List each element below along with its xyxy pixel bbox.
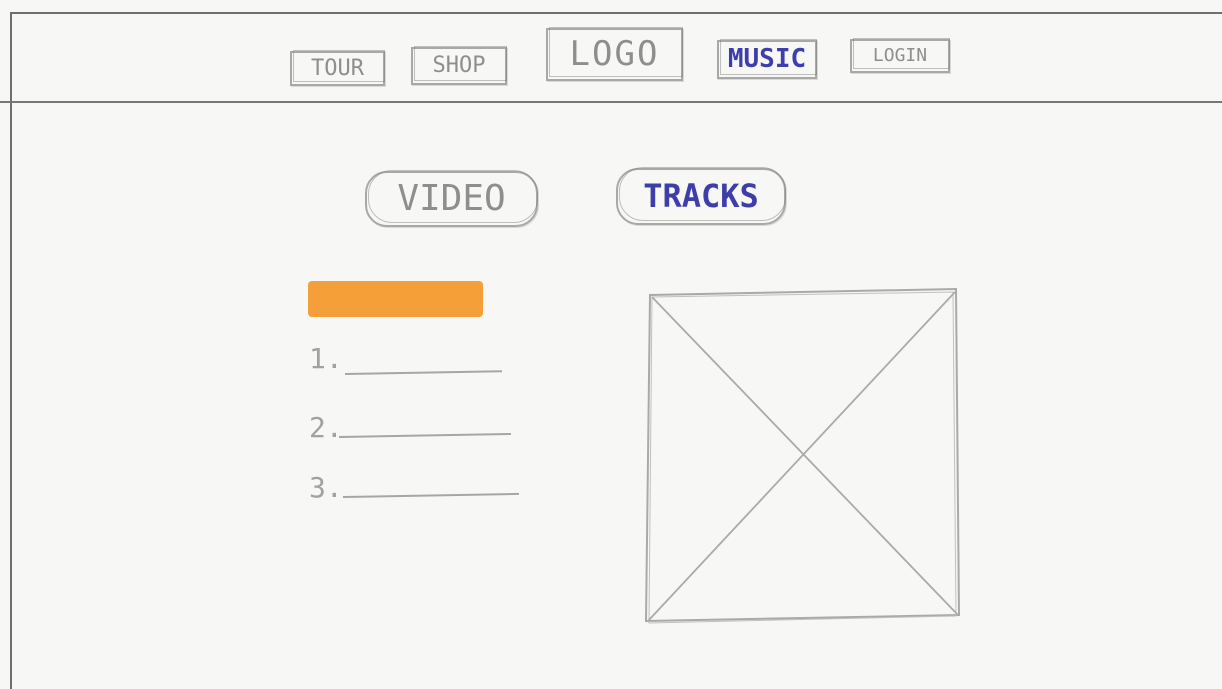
- tab-video[interactable]: VIDEO: [365, 170, 538, 227]
- nav-login-label: LOGIN: [872, 45, 928, 66]
- nav-music-label: MUSIC: [727, 44, 807, 74]
- nav-login[interactable]: LOGIN: [850, 38, 950, 73]
- nav-tour[interactable]: TOUR: [290, 50, 385, 86]
- logo[interactable]: LOGO: [546, 27, 683, 81]
- placeholder-x-icon: [644, 287, 960, 624]
- nav-tour-label: TOUR: [311, 56, 364, 81]
- track-number-2: 2.: [309, 411, 343, 444]
- tab-tracks-label: TRACKS: [643, 177, 759, 215]
- highlight-bar: [308, 281, 483, 317]
- image-placeholder[interactable]: [640, 285, 960, 627]
- tab-tracks[interactable]: TRACKS: [616, 167, 786, 225]
- wireframe-frame: [10, 12, 1222, 689]
- nav-shop-label: SHOP: [432, 53, 486, 78]
- logo-label: LOGO: [569, 34, 660, 74]
- nav-music[interactable]: MUSIC: [717, 39, 817, 79]
- track-number-1: 1.: [309, 342, 343, 375]
- nav-shop[interactable]: SHOP: [411, 46, 507, 85]
- tab-video-label: VIDEO: [397, 178, 506, 219]
- track-number-3: 3.: [309, 471, 343, 504]
- header-divider: [0, 101, 1222, 103]
